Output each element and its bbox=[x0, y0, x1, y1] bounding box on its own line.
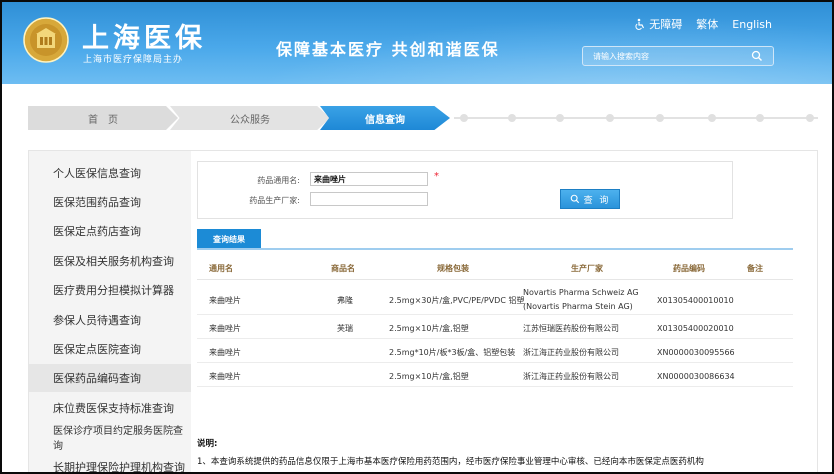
column-header-brand: 商品名 bbox=[331, 264, 355, 273]
medical-insurance-logo-icon[interactable] bbox=[22, 16, 70, 64]
manufacturer-label: 药品生产厂家: bbox=[249, 196, 300, 205]
cell-brand: 弗隆 bbox=[337, 296, 353, 305]
progress-dot bbox=[756, 114, 764, 122]
sidebar: 个人医保信息查询 医保范围药品查询 医保定点药店查询 医保及相关服务机构查询 医… bbox=[29, 151, 191, 472]
cell-manufacturer: 江苏恒瑞医药股份有限公司 bbox=[523, 324, 619, 333]
site-search bbox=[582, 46, 774, 66]
cell-manufacturer: 浙江海正药业股份有限公司 bbox=[523, 372, 619, 381]
notes-title: 说明: bbox=[197, 439, 218, 449]
accessibility-label: 无障碍 bbox=[649, 18, 683, 31]
accessibility-link[interactable]: 无障碍 bbox=[634, 16, 682, 32]
header-divider bbox=[197, 279, 793, 280]
table-row[interactable]: 来曲唑片 芙瑞 2.5mg×10片/盒,铝塑 江苏恒瑞医药股份有限公司 X013… bbox=[197, 315, 793, 339]
breadcrumb-public-service[interactable]: 公众服务 bbox=[170, 106, 330, 130]
sidebar-item-personal-info[interactable]: 个人医保信息查询 bbox=[29, 159, 191, 187]
english-link[interactable]: English bbox=[732, 18, 772, 31]
progress-dot bbox=[606, 114, 614, 122]
notes-section: 说明: 1、本查询系统提供的药品信息仅限于上海市基本医疗保险用药范围内，经市医疗… bbox=[197, 437, 797, 467]
table-row[interactable]: 来曲唑片 2.5mg*10片/板*3板/盒、铝塑包装 浙江海正药业股份有限公司 … bbox=[197, 339, 793, 363]
sidebar-item-pharmacy[interactable]: 医保定点药店查询 bbox=[29, 217, 191, 245]
manufacturer-input[interactable] bbox=[310, 192, 428, 206]
sidebar-item-cost-calculator[interactable]: 医疗费用分担模拟计算器 bbox=[29, 276, 191, 304]
progress-dot bbox=[656, 114, 664, 122]
column-header-note: 备注 bbox=[747, 264, 763, 273]
cell-generic: 来曲唑片 bbox=[209, 296, 241, 305]
traditional-chinese-link[interactable]: 繁体 bbox=[696, 16, 718, 32]
cell-spec: 2.5mg×30片/盒,PVC/PE/PVDC 铝塑 bbox=[389, 296, 525, 305]
breadcrumb-info-query[interactable]: 信息查询 bbox=[320, 106, 450, 130]
cell-spec: 2.5mg×10片/盒,铝塑 bbox=[389, 324, 469, 333]
sidebar-item-treatment-hospitals[interactable]: 医保诊疗项目约定服务医院查询 bbox=[29, 423, 191, 452]
progress-dot bbox=[508, 114, 516, 122]
cell-spec: 2.5mg*10片/板*3板/盒、铝塑包装 bbox=[389, 348, 516, 357]
sidebar-item-benefits[interactable]: 参保人员待遇查询 bbox=[29, 306, 191, 334]
results-tab[interactable]: 查询结果 bbox=[197, 229, 261, 249]
progress-dot bbox=[806, 114, 814, 122]
page-frame: 上海医保 上海市医疗保障局主办 保障基本医疗 共创和谐医保 无障碍 繁体 Eng… bbox=[0, 0, 834, 474]
table-row[interactable]: 来曲唑片 2.5mg×10片/盒,铝塑 浙江海正药业股份有限公司 XN00000… bbox=[197, 363, 793, 387]
cell-generic: 来曲唑片 bbox=[209, 372, 241, 381]
generic-name-input[interactable] bbox=[310, 172, 428, 186]
progress-dot bbox=[708, 114, 716, 122]
top-links: 无障碍 繁体 English bbox=[634, 16, 772, 32]
column-header-manufacturer: 生产厂家 bbox=[571, 264, 603, 273]
breadcrumb: 首 页 公众服务 信息查询 bbox=[28, 106, 818, 130]
search-icon bbox=[570, 194, 579, 204]
sidebar-item-service-agencies[interactable]: 医保及相关服务机构查询 bbox=[29, 247, 191, 275]
query-button-label: 查 询 bbox=[583, 195, 611, 206]
sidebar-item-hospitals[interactable]: 医保定点医院查询 bbox=[29, 335, 191, 363]
column-header-code: 药品编码 bbox=[673, 264, 705, 273]
sidebar-item-bed-fee[interactable]: 床位费医保支持标准查询 bbox=[29, 394, 191, 422]
table-row[interactable]: 来曲唑片 弗隆 2.5mg×30片/盒,PVC/PE/PVDC 铝塑 Novar… bbox=[197, 283, 793, 315]
column-header-generic: 通用名 bbox=[209, 264, 233, 273]
header-slogan: 保障基本医疗 共创和谐医保 bbox=[276, 40, 500, 59]
site-title: 上海医保 bbox=[82, 23, 206, 54]
site-header: 上海医保 上海市医疗保障局主办 保障基本医疗 共创和谐医保 无障碍 繁体 Eng… bbox=[2, 2, 832, 84]
cell-manufacturer-line2: (Novartis Pharma Stein AG) bbox=[523, 302, 633, 311]
cell-manufacturer: Novartis Pharma Schweiz AG bbox=[523, 288, 639, 297]
cell-generic: 来曲唑片 bbox=[209, 324, 241, 333]
cell-manufacturer: 浙江海正药业股份有限公司 bbox=[523, 348, 619, 357]
breadcrumb-home[interactable]: 首 页 bbox=[28, 106, 178, 130]
cell-generic: 来曲唑片 bbox=[209, 348, 241, 357]
search-input[interactable] bbox=[593, 49, 743, 63]
progress-dot bbox=[556, 114, 564, 122]
search-icon[interactable] bbox=[751, 50, 763, 62]
column-header-spec: 规格包装 bbox=[437, 264, 469, 273]
content-panel: 个人医保信息查询 医保范围药品查询 医保定点药店查询 医保及相关服务机构查询 医… bbox=[28, 150, 818, 472]
cell-code: XN0000030086634 bbox=[657, 372, 735, 381]
cell-brand: 芙瑞 bbox=[337, 324, 353, 333]
cell-code: X01305400020010 bbox=[657, 324, 734, 333]
query-button[interactable]: 查 询 bbox=[560, 189, 620, 209]
sidebar-item-drug-code[interactable]: 医保药品编码查询 bbox=[29, 364, 191, 392]
cell-code: X01305400010010 bbox=[657, 296, 734, 305]
progress-dot bbox=[460, 114, 468, 122]
results-divider bbox=[197, 248, 793, 250]
notes-line-1: 1、本查询系统提供的药品信息仅限于上海市基本医疗保险用药范围内，经市医疗保险事业… bbox=[197, 457, 704, 467]
generic-name-label: 药品通用名: bbox=[257, 176, 300, 185]
required-mark: * bbox=[434, 171, 439, 182]
accessibility-icon bbox=[635, 18, 645, 30]
query-form: 药品通用名: * 药品生产厂家: 查 询 bbox=[197, 161, 733, 219]
cell-code: XN0000030095566 bbox=[657, 348, 735, 357]
sidebar-item-drug-scope[interactable]: 医保范围药品查询 bbox=[29, 188, 191, 216]
cell-spec: 2.5mg×10片/盒,铝塑 bbox=[389, 372, 469, 381]
site-subtitle: 上海市医疗保障局主办 bbox=[83, 55, 184, 65]
sidebar-item-long-term-care[interactable]: 长期护理保险护理机构查询 bbox=[29, 453, 191, 472]
